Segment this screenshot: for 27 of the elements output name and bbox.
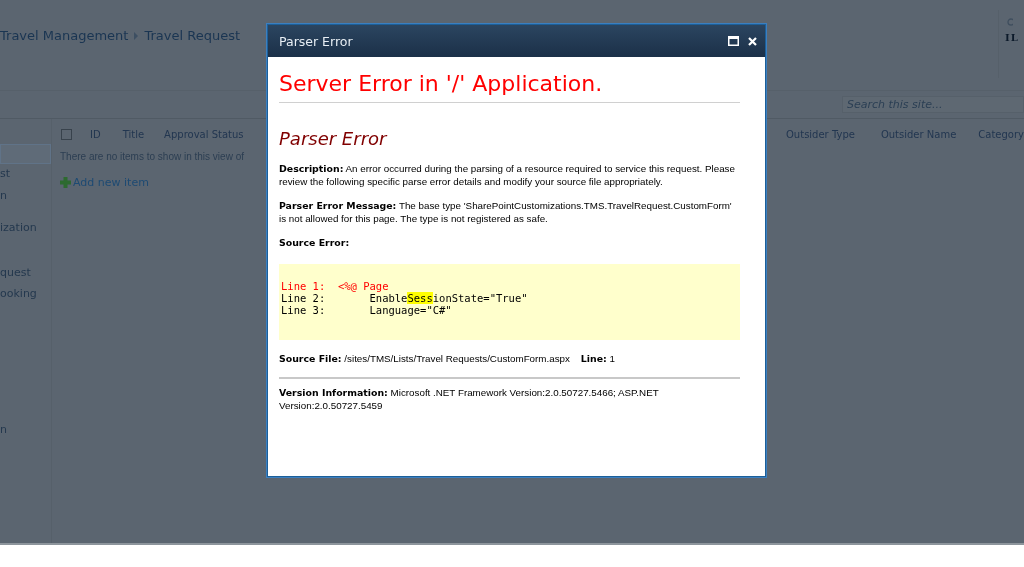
column-header[interactable]: Category	[978, 128, 1024, 140]
column-header[interactable]: Outsider Name	[880, 128, 957, 140]
plus-icon	[60, 177, 71, 188]
close-icon[interactable]	[748, 36, 757, 46]
dialog-title: Parser Error	[279, 33, 354, 49]
breadcrumb-link[interactable]: Travel Request	[144, 28, 240, 43]
nav-item-highlight[interactable]	[0, 144, 51, 164]
section-label: Source Error:	[279, 237, 351, 250]
code-line: Line 2: EnableSessionState="True"	[281, 291, 529, 304]
breadcrumb-separator-icon	[134, 31, 139, 40]
version-info: Version Information: Microsoft .NET Framework Version:2.0.50727.5466; ASP.NET Version:2.0.50727.5459	[279, 387, 660, 412]
add-new-item-link[interactable]: Add new item	[73, 176, 149, 189]
column-header[interactable]: Title	[122, 128, 145, 140]
error-paragraph: Parser Error Message: The base type 'SharePointCustomizations.TMS.TravelRequest.CustomForm' is not allowed for this page. The type is not registered as safe.	[279, 200, 733, 225]
source-file-info: Source File: /sites/TMS/Lists/Travel Requests/CustomForm.aspx Line: 1	[279, 352, 740, 379]
code-line: Line 3: Language="C#"	[281, 303, 453, 316]
column-header[interactable]: ID	[90, 128, 101, 140]
maximize-icon[interactable]	[728, 36, 739, 46]
user-name[interactable]: IL	[1005, 32, 1019, 43]
column-header[interactable]: Approval Status	[164, 128, 244, 140]
error-paragraph: Description: An error occurred during the parsing of a resource required to service this request. Please review the following specific parse error details and modify your source file appropriately.	[279, 163, 736, 188]
error-heading: Server Error in '/' Application.	[279, 71, 740, 103]
column-header[interactable]: Outsider Type	[786, 128, 855, 140]
breadcrumb-link[interactable]: Travel Management	[0, 28, 129, 43]
error-subheading: Parser Error	[279, 128, 389, 149]
select-all-checkbox[interactable]	[61, 128, 72, 140]
code-line: Line 1: <%@ Page	[281, 279, 390, 292]
